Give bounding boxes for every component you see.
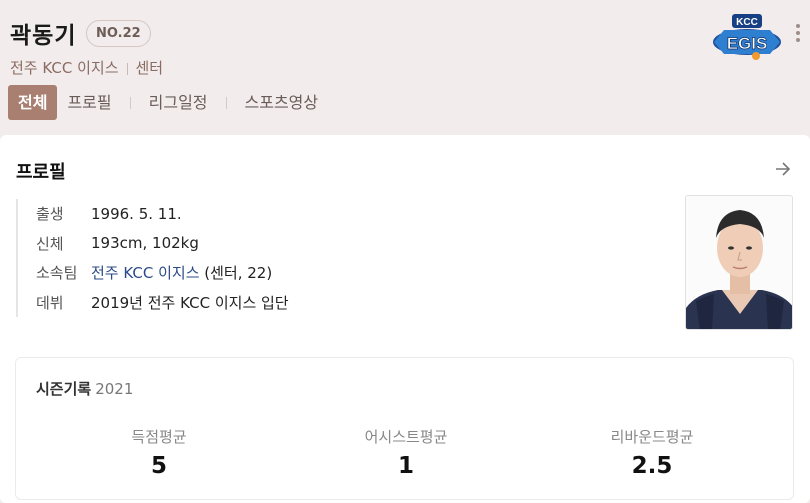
stat-label: 득점평균 — [131, 428, 187, 446]
tab-sports-video[interactable]: 스포츠영상 — [235, 85, 329, 120]
tab-all[interactable]: 전체 — [8, 85, 58, 120]
profile-section-title: 프로필 — [16, 162, 66, 183]
info-label: 소속팀 — [36, 264, 78, 283]
info-row-body: 신체 193cm, 102kg — [36, 229, 616, 259]
logo-top-text: KCC — [736, 17, 758, 28]
logo-main-text: EGIS — [727, 34, 768, 53]
player-name: 곽동기 — [10, 23, 77, 49]
season-stats-title: 시즌기록 2021 — [36, 378, 133, 399]
info-row-debut: 데뷔 2019년 전주 KCC 이지스 입단 — [36, 288, 616, 318]
tab-league-schedule[interactable]: 리그일정 — [139, 85, 218, 120]
player-photo[interactable] — [685, 195, 793, 330]
info-value: 2019년 전주 KCC 이지스 입단 — [91, 293, 289, 312]
profile-info-list: 출생 1996. 5. 11. 신체 193cm, 102kg 소속팀 전주 K… — [16, 199, 616, 317]
stat-points: 득점평균 5 — [59, 426, 259, 479]
stat-label: 리바운드평균 — [610, 428, 694, 446]
info-label: 출생 — [36, 205, 64, 224]
more-options-icon[interactable] — [793, 22, 803, 44]
stat-rebounds: 리바운드평균 2.5 — [552, 426, 752, 479]
info-label: 데뷔 — [36, 293, 64, 312]
tab-profile[interactable]: 프로필 — [57, 85, 121, 120]
info-label: 신체 — [36, 234, 64, 253]
info-row-team: 소속팀 전주 KCC 이지스 (센터, 22) — [36, 258, 616, 288]
player-position: 센터 — [135, 59, 164, 77]
team-separator — [126, 62, 128, 75]
team-logo[interactable]: KCC EGIS — [710, 12, 784, 60]
tab-separator — [129, 96, 131, 109]
info-value: 전주 KCC 이지스 (센터, 22) — [91, 262, 272, 283]
info-value: 193cm, 102kg — [91, 234, 199, 253]
team-link[interactable]: 전주 KCC 이지스 — [91, 264, 200, 282]
tab-separator — [225, 96, 227, 109]
arrow-right-icon[interactable] — [773, 159, 793, 179]
player-team-line: 전주 KCC 이지스 센터 — [10, 57, 163, 78]
stat-value: 1 — [397, 453, 414, 479]
info-value: 1996. 5. 11. — [91, 204, 182, 223]
season-year: 2021 — [95, 380, 134, 398]
season-stats-box: 시즌기록 2021 득점평균 5 어시스트평균 1 리바운드평균 2.5 — [15, 357, 794, 500]
stat-label: 어시스트평균 — [364, 428, 448, 446]
info-row-birth: 출생 1996. 5. 11. — [36, 199, 616, 229]
stat-assists: 어시스트평균 1 — [306, 426, 506, 479]
player-number-badge: NO.22 — [86, 20, 151, 47]
season-title-text: 시즌기록 — [36, 380, 92, 398]
stat-value: 2.5 — [631, 453, 673, 479]
profile-card: 프로필 출생 1996. 5. 11. 신체 193cm, 102kg 소속팀 … — [0, 135, 810, 503]
tab-bar: 전체 프로필 리그일정 스포츠영상 — [8, 85, 328, 120]
player-photo-image — [686, 196, 792, 329]
team-detail: (센터, 22) — [199, 264, 273, 283]
stat-value: 5 — [150, 453, 167, 479]
team-link[interactable]: 전주 KCC 이지스 — [10, 59, 119, 77]
player-header: 곽동기 NO.22 전주 KCC 이지스 센터 전체 프로필 리그일정 스포츠영상… — [0, 0, 810, 135]
